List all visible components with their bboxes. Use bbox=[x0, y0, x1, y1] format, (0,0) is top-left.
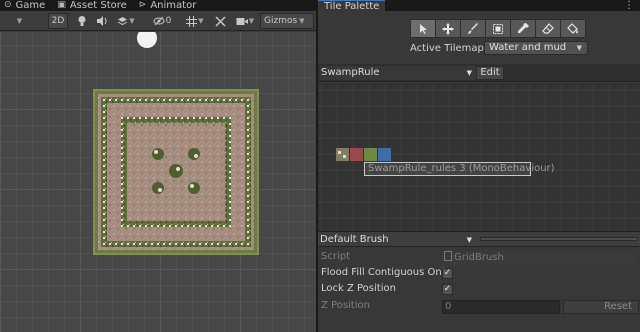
more-options-icon[interactable]: ⋮ bbox=[624, 0, 634, 11]
tile-swatch-rule[interactable] bbox=[336, 148, 349, 161]
wrench-icon bbox=[214, 15, 226, 27]
active-tilemap-label: Active Tilemap bbox=[410, 43, 484, 54]
light-bulb-icon bbox=[78, 16, 86, 26]
flood-fill-row: Flood Fill Contiguous Only ✓ bbox=[318, 266, 640, 282]
scene-tab-bar: ⊙ Game ▣ Asset Store ⊳ Animator bbox=[0, 0, 316, 11]
reset-button[interactable]: Reset bbox=[563, 300, 639, 314]
tile-swatch-red[interactable] bbox=[350, 148, 363, 161]
checkmark-icon: ✓ bbox=[443, 284, 452, 294]
active-tilemap-dropdown[interactable]: Water and mud ▼ bbox=[484, 41, 588, 55]
edit-palette-button[interactable]: Edit bbox=[476, 66, 504, 80]
palette-tool-bar bbox=[410, 19, 586, 38]
flood-fill-tool-icon bbox=[567, 22, 578, 34]
lock-z-label: Lock Z Position bbox=[321, 283, 396, 294]
box-fill-tool-icon bbox=[493, 23, 503, 34]
tile-tooltip: SwampRule_rules 3 (MonoBehaviour) bbox=[368, 163, 555, 174]
chevron-down-icon: ▼ bbox=[466, 236, 472, 244]
gizmos-dropdown[interactable]: Gizmos ▼ bbox=[260, 13, 314, 29]
camera-icon bbox=[236, 17, 248, 25]
tab-animator[interactable]: ⊳ Animator bbox=[135, 0, 205, 11]
eraser-tool[interactable] bbox=[535, 19, 561, 38]
script-row: Script GridBrush bbox=[318, 250, 640, 266]
mode-2d-label: 2D bbox=[51, 16, 65, 26]
palette-selector-dropdown[interactable]: SwampRule ▼ bbox=[320, 66, 476, 80]
script-field: GridBrush bbox=[442, 251, 638, 265]
tab-asset-store-label: Asset Store bbox=[69, 0, 127, 11]
chevron-down-icon: ▼ bbox=[129, 17, 135, 25]
lighting-toggle[interactable] bbox=[74, 13, 90, 29]
script-file-icon bbox=[444, 251, 452, 261]
z-position-label: Z Position bbox=[321, 300, 370, 311]
hidden-objects-toggle[interactable]: 0 bbox=[150, 13, 174, 29]
draw-mode-dropdown[interactable]: ▼ bbox=[2, 13, 36, 29]
palette-header: SwampRule ▼ Edit bbox=[318, 64, 640, 82]
audio-toggle[interactable] bbox=[94, 13, 110, 29]
tab-game[interactable]: ⊙ Game bbox=[0, 0, 53, 11]
eraser-tool-icon bbox=[542, 22, 554, 34]
checkmark-icon: ✓ bbox=[443, 268, 452, 278]
scene-view[interactable] bbox=[0, 32, 316, 332]
flood-fill-label: Flood Fill Contiguous Only bbox=[321, 267, 451, 278]
paint-brush-tool[interactable] bbox=[460, 19, 486, 38]
flood-fill-tool[interactable] bbox=[560, 19, 586, 38]
game-controller-icon: ⊙ bbox=[4, 0, 12, 10]
tab-asset-store[interactable]: ▣ Asset Store bbox=[53, 0, 134, 11]
active-tilemap-value: Water and mud bbox=[489, 42, 567, 53]
chevron-down-icon: ▼ bbox=[248, 17, 255, 25]
grid-visibility-dropdown[interactable]: ▼ bbox=[180, 13, 210, 29]
brush-selector-value: Default Brush bbox=[320, 234, 389, 245]
speaker-icon bbox=[97, 16, 107, 26]
tile-swatch-green[interactable] bbox=[364, 148, 377, 161]
scene-canvas bbox=[0, 32, 316, 332]
scene-toolbar: ▼ 2D ▼ 0 ▼ ▼ Gizmos ▼ bbox=[0, 11, 316, 31]
select-tool[interactable] bbox=[410, 19, 436, 38]
layers-effects-icon bbox=[118, 16, 128, 25]
eye-slash-icon bbox=[153, 16, 165, 26]
lock-z-row: Lock Z Position ✓ bbox=[318, 282, 640, 298]
camera-dropdown[interactable]: ▼ bbox=[232, 13, 258, 29]
tools-settings-toggle[interactable] bbox=[212, 13, 228, 29]
brush-bar: Default Brush ▼ bbox=[318, 231, 640, 247]
move-tool-icon bbox=[442, 22, 454, 35]
chevron-down-icon: ▼ bbox=[16, 17, 23, 25]
brush-panel-resize-handle[interactable] bbox=[480, 237, 638, 241]
hidden-count: 0 bbox=[165, 16, 172, 26]
script-value: GridBrush bbox=[454, 252, 504, 263]
z-position-input[interactable]: 0 bbox=[442, 300, 560, 314]
palette-tab-bar: Tile Palette ⋮ bbox=[318, 0, 640, 12]
tile-palette-panel: Tile Palette ⋮ Active Tilemap Water and … bbox=[318, 0, 640, 332]
mode-2d-toggle[interactable]: 2D bbox=[48, 13, 68, 29]
z-position-row: Z Position 0 Reset bbox=[318, 299, 640, 315]
move-tool[interactable] bbox=[435, 19, 461, 38]
chevron-down-icon: ▼ bbox=[198, 17, 204, 25]
script-label: Script bbox=[321, 251, 351, 262]
chevron-down-icon: ▼ bbox=[576, 44, 582, 52]
asset-store-icon: ▣ bbox=[57, 0, 66, 10]
chevron-down-icon: ▼ bbox=[466, 69, 472, 77]
flood-fill-checkbox[interactable]: ✓ bbox=[442, 268, 453, 279]
brush-selector-dropdown[interactable]: Default Brush ▼ bbox=[320, 233, 476, 247]
grid-icon bbox=[186, 15, 198, 27]
picker-tool[interactable] bbox=[510, 19, 536, 38]
animator-icon: ⊳ bbox=[138, 0, 147, 10]
tab-animator-label: Animator bbox=[150, 0, 197, 11]
chevron-down-icon: ▼ bbox=[299, 17, 305, 25]
tab-game-label: Game bbox=[15, 0, 46, 11]
box-fill-tool[interactable] bbox=[485, 19, 511, 38]
picker-tool-icon bbox=[518, 22, 529, 33]
tile-swatch-blue[interactable] bbox=[378, 148, 391, 161]
select-tool-icon bbox=[420, 23, 427, 34]
lock-z-checkbox[interactable]: ✓ bbox=[442, 284, 453, 295]
tab-tile-palette[interactable]: Tile Palette bbox=[318, 0, 386, 12]
palette-selector-value: SwampRule bbox=[321, 67, 380, 78]
palette-tile-icon bbox=[336, 148, 349, 161]
effects-dropdown[interactable]: ▼ bbox=[114, 13, 138, 29]
gizmos-label: Gizmos bbox=[264, 16, 298, 26]
tilemap-swamp-island[interactable] bbox=[93, 89, 259, 255]
scene-panel: ⊙ Game ▣ Asset Store ⊳ Animator ▼ 2D ▼ 0… bbox=[0, 0, 316, 332]
paint-brush-tool-icon bbox=[468, 22, 478, 34]
